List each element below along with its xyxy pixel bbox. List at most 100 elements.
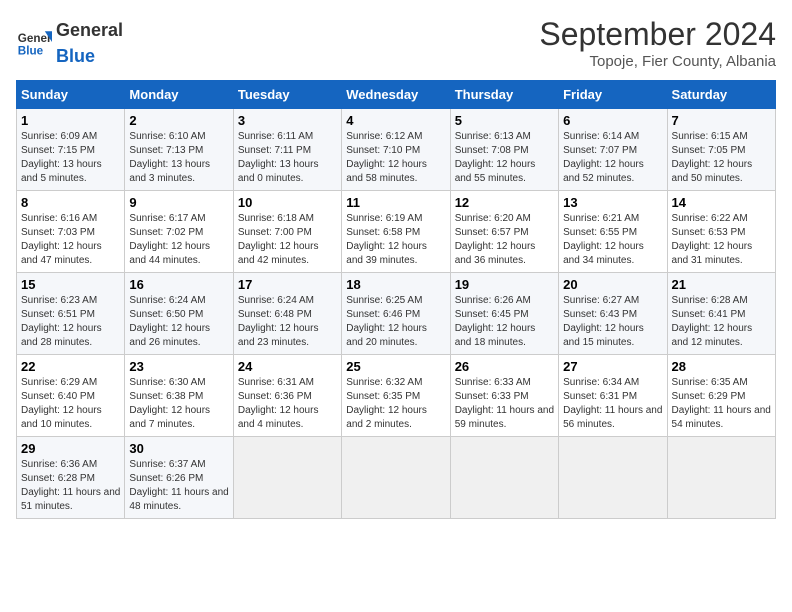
day-number: 4 [346,113,445,128]
day-info: Sunrise: 6:17 AM Sunset: 7:02 PM Dayligh… [129,212,228,268]
day-number: 13 [563,195,662,210]
day-info: Sunrise: 6:18 AM Sunset: 7:00 PM Dayligh… [238,212,337,268]
calendar-cell: 7 Sunrise: 6:15 AM Sunset: 7:05 PM Dayli… [667,109,775,191]
day-number: 25 [346,359,445,374]
day-info: Sunrise: 6:24 AM Sunset: 6:50 PM Dayligh… [129,294,228,350]
calendar-cell: 23 Sunrise: 6:30 AM Sunset: 6:38 PM Dayl… [125,355,233,437]
day-number: 24 [238,359,337,374]
calendar-cell: 28 Sunrise: 6:35 AM Sunset: 6:29 PM Dayl… [667,355,775,437]
day-info: Sunrise: 6:25 AM Sunset: 6:46 PM Dayligh… [346,294,445,350]
day-number: 10 [238,195,337,210]
calendar-week-5: 29 Sunrise: 6:36 AM Sunset: 6:28 PM Dayl… [17,437,776,519]
calendar-cell: 2 Sunrise: 6:10 AM Sunset: 7:13 PM Dayli… [125,109,233,191]
calendar-header: SundayMondayTuesdayWednesdayThursdayFrid… [17,81,776,109]
calendar-cell: 8 Sunrise: 6:16 AM Sunset: 7:03 PM Dayli… [17,191,125,273]
month-title: September 2024 [539,16,776,53]
calendar-cell: 27 Sunrise: 6:34 AM Sunset: 6:31 PM Dayl… [559,355,667,437]
header-friday: Friday [559,81,667,109]
calendar-table: SundayMondayTuesdayWednesdayThursdayFrid… [16,80,776,519]
day-number: 2 [129,113,228,128]
logo-general: General [56,20,123,40]
calendar-cell: 1 Sunrise: 6:09 AM Sunset: 7:15 PM Dayli… [17,109,125,191]
calendar-cell: 26 Sunrise: 6:33 AM Sunset: 6:33 PM Dayl… [450,355,558,437]
calendar-cell: 19 Sunrise: 6:26 AM Sunset: 6:45 PM Dayl… [450,273,558,355]
header-wednesday: Wednesday [342,81,450,109]
day-number: 11 [346,195,445,210]
calendar-cell: 29 Sunrise: 6:36 AM Sunset: 6:28 PM Dayl… [17,437,125,519]
logo-icon: General Blue [16,24,52,60]
day-info: Sunrise: 6:09 AM Sunset: 7:15 PM Dayligh… [21,130,120,186]
day-number: 6 [563,113,662,128]
day-number: 9 [129,195,228,210]
day-number: 5 [455,113,554,128]
day-info: Sunrise: 6:23 AM Sunset: 6:51 PM Dayligh… [21,294,120,350]
calendar-cell [559,437,667,519]
day-number: 18 [346,277,445,292]
calendar-cell [342,437,450,519]
calendar-cell: 22 Sunrise: 6:29 AM Sunset: 6:40 PM Dayl… [17,355,125,437]
calendar-week-4: 22 Sunrise: 6:29 AM Sunset: 6:40 PM Dayl… [17,355,776,437]
day-number: 15 [21,277,120,292]
day-info: Sunrise: 6:20 AM Sunset: 6:57 PM Dayligh… [455,212,554,268]
calendar-cell [450,437,558,519]
day-info: Sunrise: 6:22 AM Sunset: 6:53 PM Dayligh… [672,212,771,268]
calendar-cell: 30 Sunrise: 6:37 AM Sunset: 6:26 PM Dayl… [125,437,233,519]
day-info: Sunrise: 6:12 AM Sunset: 7:10 PM Dayligh… [346,130,445,186]
logo: General Blue General Blue [16,16,123,68]
calendar-cell: 9 Sunrise: 6:17 AM Sunset: 7:02 PM Dayli… [125,191,233,273]
day-info: Sunrise: 6:33 AM Sunset: 6:33 PM Dayligh… [455,376,554,432]
day-number: 22 [21,359,120,374]
day-info: Sunrise: 6:28 AM Sunset: 6:41 PM Dayligh… [672,294,771,350]
logo-blue: Blue [56,46,95,66]
day-info: Sunrise: 6:11 AM Sunset: 7:11 PM Dayligh… [238,130,337,186]
header-monday: Monday [125,81,233,109]
page-header: General Blue General Blue September 2024… [16,16,776,70]
day-info: Sunrise: 6:34 AM Sunset: 6:31 PM Dayligh… [563,376,662,432]
header-saturday: Saturday [667,81,775,109]
day-number: 27 [563,359,662,374]
day-info: Sunrise: 6:37 AM Sunset: 6:26 PM Dayligh… [129,458,228,514]
calendar-cell: 21 Sunrise: 6:28 AM Sunset: 6:41 PM Dayl… [667,273,775,355]
calendar-cell: 3 Sunrise: 6:11 AM Sunset: 7:11 PM Dayli… [233,109,341,191]
day-info: Sunrise: 6:13 AM Sunset: 7:08 PM Dayligh… [455,130,554,186]
day-info: Sunrise: 6:10 AM Sunset: 7:13 PM Dayligh… [129,130,228,186]
day-number: 16 [129,277,228,292]
calendar-week-3: 15 Sunrise: 6:23 AM Sunset: 6:51 PM Dayl… [17,273,776,355]
header-sunday: Sunday [17,81,125,109]
calendar-week-1: 1 Sunrise: 6:09 AM Sunset: 7:15 PM Dayli… [17,109,776,191]
calendar-cell: 16 Sunrise: 6:24 AM Sunset: 6:50 PM Dayl… [125,273,233,355]
day-number: 14 [672,195,771,210]
day-number: 23 [129,359,228,374]
day-info: Sunrise: 6:26 AM Sunset: 6:45 PM Dayligh… [455,294,554,350]
day-number: 19 [455,277,554,292]
calendar-cell: 15 Sunrise: 6:23 AM Sunset: 6:51 PM Dayl… [17,273,125,355]
header-thursday: Thursday [450,81,558,109]
svg-text:Blue: Blue [18,45,44,58]
calendar-cell: 12 Sunrise: 6:20 AM Sunset: 6:57 PM Dayl… [450,191,558,273]
calendar-cell: 6 Sunrise: 6:14 AM Sunset: 7:07 PM Dayli… [559,109,667,191]
day-info: Sunrise: 6:32 AM Sunset: 6:35 PM Dayligh… [346,376,445,432]
calendar-cell: 25 Sunrise: 6:32 AM Sunset: 6:35 PM Dayl… [342,355,450,437]
day-number: 26 [455,359,554,374]
day-number: 29 [21,441,120,456]
calendar-cell: 24 Sunrise: 6:31 AM Sunset: 6:36 PM Dayl… [233,355,341,437]
calendar-cell: 17 Sunrise: 6:24 AM Sunset: 6:48 PM Dayl… [233,273,341,355]
day-info: Sunrise: 6:29 AM Sunset: 6:40 PM Dayligh… [21,376,120,432]
header-row: SundayMondayTuesdayWednesdayThursdayFrid… [17,81,776,109]
day-info: Sunrise: 6:30 AM Sunset: 6:38 PM Dayligh… [129,376,228,432]
day-number: 20 [563,277,662,292]
calendar-week-2: 8 Sunrise: 6:16 AM Sunset: 7:03 PM Dayli… [17,191,776,273]
day-info: Sunrise: 6:31 AM Sunset: 6:36 PM Dayligh… [238,376,337,432]
calendar-cell: 10 Sunrise: 6:18 AM Sunset: 7:00 PM Dayl… [233,191,341,273]
calendar-cell: 18 Sunrise: 6:25 AM Sunset: 6:46 PM Dayl… [342,273,450,355]
calendar-cell [233,437,341,519]
day-number: 1 [21,113,120,128]
day-number: 28 [672,359,771,374]
day-number: 21 [672,277,771,292]
day-info: Sunrise: 6:19 AM Sunset: 6:58 PM Dayligh… [346,212,445,268]
day-info: Sunrise: 6:24 AM Sunset: 6:48 PM Dayligh… [238,294,337,350]
day-info: Sunrise: 6:27 AM Sunset: 6:43 PM Dayligh… [563,294,662,350]
calendar-cell: 4 Sunrise: 6:12 AM Sunset: 7:10 PM Dayli… [342,109,450,191]
calendar-cell: 14 Sunrise: 6:22 AM Sunset: 6:53 PM Dayl… [667,191,775,273]
day-number: 8 [21,195,120,210]
